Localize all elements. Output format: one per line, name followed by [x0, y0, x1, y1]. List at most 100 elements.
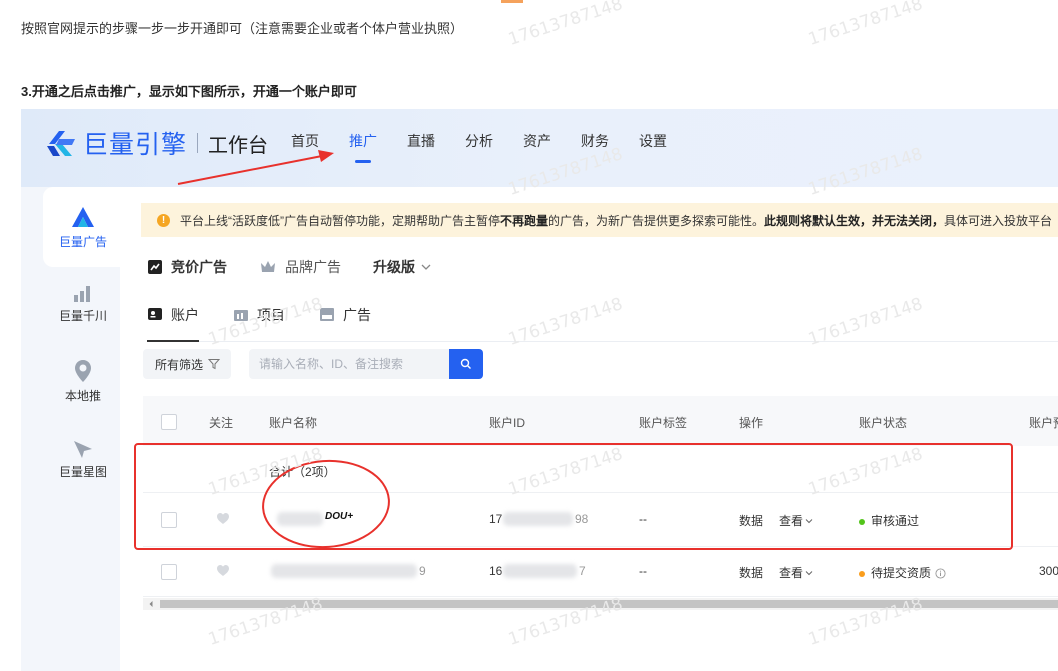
account-tag: -- — [639, 512, 647, 526]
sidebar-item-label: 巨量广告 — [58, 235, 107, 249]
col-account-name: 账户名称 — [269, 416, 318, 430]
location-pin-icon — [75, 360, 91, 382]
account-id-prefix: 16 — [489, 564, 503, 578]
nav-promote[interactable]: 推广 — [349, 131, 377, 163]
chevron-down-icon — [805, 519, 813, 524]
row-checkbox[interactable] — [161, 512, 177, 528]
nav-active-indicator — [355, 160, 371, 163]
main-content: ! 平台上线“活跃度低”广告自动暂停功能，定期帮助广告主暂停 不再跑量 的广告，为新… — [120, 187, 1058, 671]
account-tag: -- — [639, 564, 647, 578]
col-follow: 关注 — [209, 416, 234, 430]
brand-ads-tab[interactable]: 品牌广告 — [259, 257, 341, 277]
status-dot-orange — [859, 570, 865, 577]
tab-ad[interactable]: 广告 — [319, 305, 371, 341]
notice-text-1: 平台上线“活跃度低”广告自动暂停功能，定期帮助广告主暂停 — [180, 213, 500, 228]
sidebar-item-xingtu[interactable]: 巨量星图 — [43, 439, 123, 480]
blurred-account-id — [503, 512, 573, 526]
account-name-suffix: 9 — [419, 564, 426, 578]
search-input[interactable] — [249, 349, 449, 379]
account-card-icon — [148, 308, 162, 320]
scroll-left-icon[interactable] — [147, 600, 155, 608]
view-dropdown[interactable]: 查看 — [779, 564, 813, 581]
warning-icon: ! — [157, 213, 170, 227]
chevron-down-icon — [421, 264, 431, 270]
blurred-account-name — [277, 512, 323, 526]
notice-bold-1: 不再跑量 — [500, 213, 549, 228]
blurred-account-id — [503, 564, 577, 578]
upgrade-dropdown[interactable]: 升级版 — [373, 257, 432, 277]
col-operation: 操作 — [739, 416, 764, 430]
search-button[interactable] — [449, 349, 483, 379]
nav-analysis[interactable]: 分析 — [465, 131, 493, 151]
brand-logo-icon — [47, 131, 75, 156]
col-account-tag: 账户标签 — [639, 416, 688, 430]
product-sidebar: 巨量广告 巨量千川 本地推 巨量星图 — [21, 187, 123, 671]
bar-chart-icon — [74, 286, 90, 302]
view-dropdown[interactable]: 查看 — [779, 512, 813, 529]
status-badge: 审核通过 — [859, 512, 919, 529]
scrollbar-thumb[interactable] — [160, 600, 1058, 608]
orange-marker — [501, 0, 523, 8]
horizontal-scrollbar[interactable] — [143, 598, 1058, 610]
bidding-ads-tab[interactable]: 竞价广告 — [147, 257, 227, 277]
nav-live[interactable]: 直播 — [407, 131, 435, 151]
search-icon — [460, 358, 471, 369]
notice-text-2: 的广告，为新广告提供更多探索可能性。 — [548, 213, 765, 228]
data-link[interactable]: 数据 — [739, 512, 763, 529]
intro-text: 按照官网提示的步骤一步一步开通即可（注意需要企业或者个体户营业执照） — [21, 21, 464, 36]
sidebar-item-ads[interactable]: 巨量广告 — [43, 187, 123, 267]
ad-type-switch: 竞价广告 品牌广告 升级版 — [147, 257, 464, 277]
heart-icon[interactable] — [216, 564, 230, 577]
top-navbar: 巨量引擎 工作台 首页 推广 直播 分析 资产 财务 设置 — [21, 109, 1058, 187]
nav-home[interactable]: 首页 — [291, 131, 319, 151]
brand-name: 巨量引擎 — [83, 131, 188, 159]
row-checkbox[interactable] — [161, 564, 177, 580]
sidebar-item-label: 巨量星图 — [58, 465, 107, 479]
all-filter-button[interactable]: 所有筛选 — [143, 349, 231, 379]
account-budget: 300 — [1039, 564, 1058, 578]
filter-funnel-icon — [208, 359, 221, 370]
tab-project[interactable]: 项目 — [233, 305, 285, 341]
logo[interactable]: 巨量引擎 工作台 — [45, 125, 268, 161]
status-dot-green — [859, 518, 865, 525]
summary-text: 合计（2项） — [269, 465, 336, 479]
chevron-down-icon — [805, 571, 813, 576]
tab-account[interactable]: 账户 — [147, 305, 199, 342]
account-id-suffix: 7 — [579, 564, 586, 578]
star-map-icon — [74, 441, 92, 458]
logo-divider — [197, 133, 199, 153]
watermark: 17613787148 — [505, 0, 626, 50]
status-badge: 待提交资质 — [859, 564, 946, 581]
col-account-status: 账户状态 — [859, 416, 908, 430]
nav-settings[interactable]: 设置 — [639, 131, 667, 151]
platform-screenshot: 巨量引擎 工作台 首页 推广 直播 分析 资产 财务 设置 巨量广告 巨量千川 … — [21, 109, 1058, 671]
project-icon — [234, 310, 248, 321]
account-id-suffix: 98 — [575, 512, 589, 526]
col-account-id: 账户ID — [489, 416, 526, 430]
summary-row: 合计（2项） — [143, 446, 1058, 493]
nav-assets[interactable]: 资产 — [523, 131, 551, 151]
sidebar-item-label: 本地推 — [64, 389, 101, 403]
main-nav: 首页 推广 直播 分析 资产 财务 设置 — [291, 131, 697, 163]
step3-heading: 3.开通之后点击推广，显示如下图所示，开通一个账户即可 — [21, 84, 357, 99]
account-name-suffix: DOU+ — [325, 511, 354, 522]
watermark: 17613787148 — [805, 0, 926, 50]
select-all-checkbox[interactable] — [161, 414, 177, 430]
col-account-budget: 账户预 — [1029, 416, 1058, 430]
notice-bold-2: 此规则将默认生效，并无法关闭， — [764, 213, 945, 228]
entity-tabs: 账户 项目 广告 — [147, 305, 1058, 342]
data-link[interactable]: 数据 — [739, 564, 763, 581]
table-row[interactable]: 9 16 7 -- 数据 查看 待提交资质 300 — [143, 546, 1058, 597]
sidebar-item-qianchuan[interactable]: 巨量千川 — [43, 283, 123, 324]
account-id-prefix: 17 — [489, 512, 503, 526]
nav-finance[interactable]: 财务 — [581, 131, 609, 151]
heart-icon[interactable] — [216, 512, 230, 525]
notice-text-3: 具体可进入投放平台 — [944, 213, 1053, 228]
workbench-label: 工作台 — [208, 134, 269, 157]
table-row[interactable]: DOU+ 17 98 -- 数据 查看 审核通过 — [143, 492, 1058, 547]
info-icon[interactable] — [935, 568, 946, 579]
table-header: 关注 账户名称 账户ID 账户标签 操作 账户状态 账户预 — [143, 396, 1058, 446]
crown-icon — [261, 261, 275, 272]
sidebar-item-local[interactable]: 本地推 — [43, 359, 123, 404]
ad-doc-icon — [320, 308, 334, 321]
